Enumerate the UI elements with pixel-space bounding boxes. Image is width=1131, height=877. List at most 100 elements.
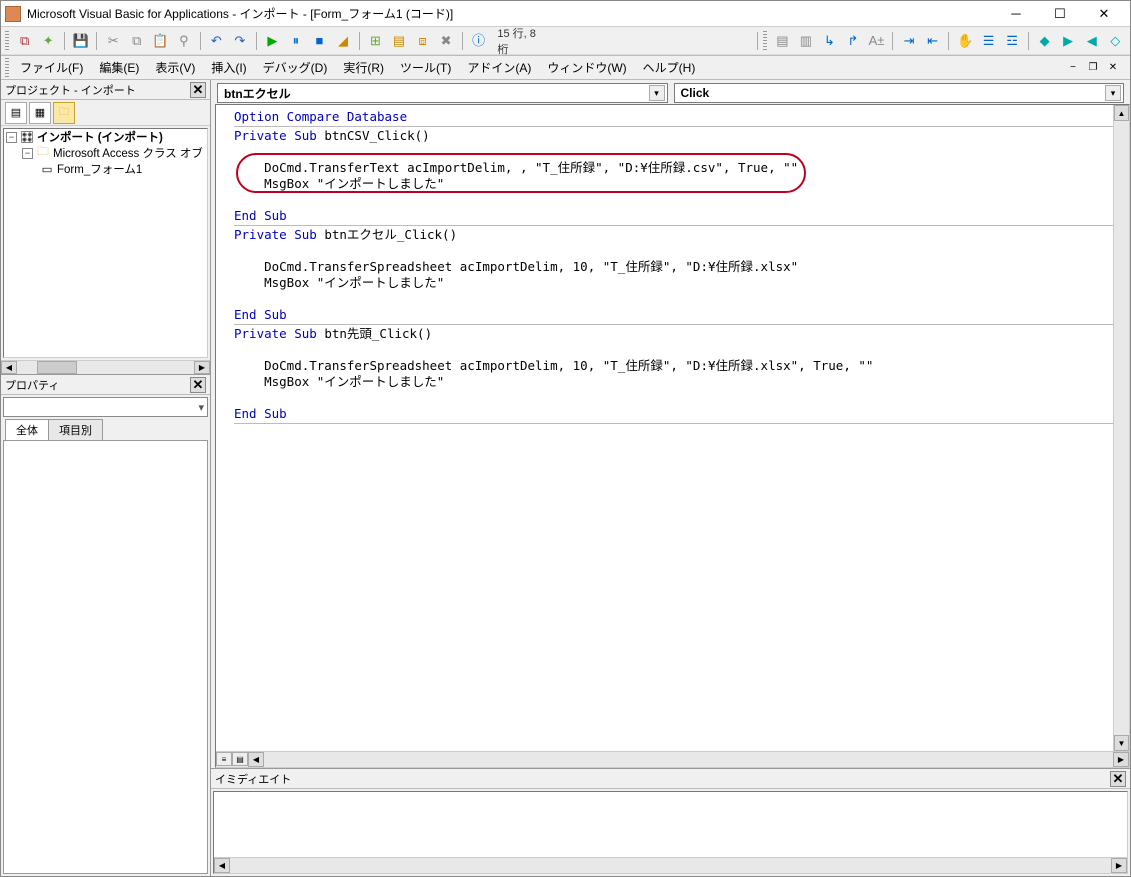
- properties-tabs: 全体 項目別: [1, 419, 210, 440]
- properties-pane: プロパティ ✕ 全体 項目別: [1, 374, 210, 876]
- save-button[interactable]: 💾: [70, 30, 92, 52]
- window-controls: ─ ☐ ✕: [994, 2, 1126, 26]
- copy-button[interactable]: ⧉: [126, 30, 148, 52]
- toggle-folders-button[interactable]: 🗀: [53, 102, 75, 124]
- bookmark-next-button[interactable]: ▶: [1057, 30, 1079, 52]
- cut-button[interactable]: ✂: [102, 30, 124, 52]
- paste-button[interactable]: 📋: [150, 30, 172, 52]
- minimize-button[interactable]: ─: [994, 2, 1038, 26]
- uncomment-block-button[interactable]: ☲: [1001, 30, 1023, 52]
- cursor-position-label: 15 行, 8 桁: [491, 25, 554, 57]
- chevron-down-icon: ▾: [649, 85, 665, 101]
- main-area: プロジェクト - インポート ✕ ▤ ▦ 🗀 − 🎛 インポート (インポート)…: [1, 80, 1130, 876]
- procedure-view-button[interactable]: ≡: [216, 752, 232, 766]
- immediate-pane-close-button[interactable]: ✕: [1110, 771, 1126, 787]
- edit-tb-btn-4[interactable]: ↱: [842, 30, 864, 52]
- tree-class-group[interactable]: − 🗀 Microsoft Access クラス オブ: [4, 145, 207, 161]
- maximize-button[interactable]: ☐: [1038, 2, 1082, 26]
- menu-help[interactable]: ヘルプ(H): [635, 57, 704, 78]
- design-mode-button[interactable]: ◢: [332, 30, 354, 52]
- edit-tb-btn-3[interactable]: ↳: [819, 30, 841, 52]
- folder-icon: 🗀: [36, 146, 50, 160]
- code-vscroll[interactable]: ▲▼: [1113, 105, 1129, 751]
- titlebar-text: Microsoft Visual Basic for Applications …: [27, 5, 994, 22]
- code-hscroll[interactable]: ≡ ▤ ◀▶: [216, 751, 1129, 767]
- menu-edit[interactable]: 編集(E): [91, 57, 147, 78]
- menubar-grip[interactable]: [5, 58, 9, 78]
- project-pane-header: プロジェクト - インポート ✕: [1, 80, 210, 100]
- full-module-view-button[interactable]: ▤: [232, 752, 248, 766]
- menu-debug[interactable]: デバッグ(D): [255, 57, 336, 78]
- immediate-pane-title: イミディエイト: [215, 771, 291, 787]
- menu-window[interactable]: ウィンドウ(W): [539, 57, 634, 78]
- object-combo[interactable]: btnエクセル ▾: [217, 83, 668, 103]
- edit-tb-btn-5[interactable]: A±: [866, 30, 888, 52]
- view-access-button[interactable]: ⧉: [14, 30, 36, 52]
- chevron-down-icon: ▾: [1105, 85, 1121, 101]
- insert-module-button[interactable]: ✦: [37, 30, 59, 52]
- menu-view[interactable]: 表示(V): [147, 57, 203, 78]
- edit-tb-btn-1[interactable]: ▤: [772, 30, 794, 52]
- project-pane-close-button[interactable]: ✕: [190, 82, 206, 98]
- menu-file[interactable]: ファイル(F): [12, 57, 91, 78]
- run-button[interactable]: ▶: [262, 30, 284, 52]
- indent-button[interactable]: ⇥: [898, 30, 920, 52]
- menu-addins[interactable]: アドイン(A): [459, 57, 539, 78]
- find-button[interactable]: ⚲: [173, 30, 195, 52]
- properties-window-button[interactable]: ▤: [388, 30, 410, 52]
- tree-form-item[interactable]: ▭ Form_フォーム1: [4, 161, 207, 177]
- collapse-icon[interactable]: −: [6, 132, 17, 143]
- immediate-hscroll[interactable]: ◀▶: [214, 857, 1127, 873]
- mdi-restore-button[interactable]: ❐: [1084, 60, 1102, 76]
- menu-insert[interactable]: 挿入(I): [203, 57, 254, 78]
- object-browser-button[interactable]: ⧈: [412, 30, 434, 52]
- project-pane-toolbar: ▤ ▦ 🗀: [1, 100, 210, 126]
- properties-pane-title: プロパティ: [5, 377, 59, 393]
- mdi-close-button[interactable]: ✕: [1104, 60, 1122, 76]
- properties-tab-categorized[interactable]: 項目別: [48, 419, 103, 440]
- project-pane-title: プロジェクト - インポート: [5, 82, 136, 98]
- bookmark-toggle-button[interactable]: ◆: [1034, 30, 1056, 52]
- mdi-minimize-button[interactable]: −: [1064, 60, 1082, 76]
- mdi-controls: − ❐ ✕: [1064, 60, 1126, 76]
- properties-pane-close-button[interactable]: ✕: [190, 377, 206, 393]
- menu-tools[interactable]: ツール(T): [392, 57, 459, 78]
- edit-tb-btn-2[interactable]: ▥: [795, 30, 817, 52]
- bookmark-clear-button[interactable]: ◇: [1104, 30, 1126, 52]
- view-code-button[interactable]: ▤: [5, 102, 27, 124]
- titlebar: Microsoft Visual Basic for Applications …: [1, 1, 1130, 27]
- code-editor[interactable]: Option Compare Database Private Sub btnC…: [215, 104, 1130, 768]
- view-object-button[interactable]: ▦: [29, 102, 51, 124]
- redo-button[interactable]: ↷: [229, 30, 251, 52]
- bookmark-prev-button[interactable]: ◀: [1081, 30, 1103, 52]
- properties-object-combo[interactable]: [3, 397, 208, 417]
- properties-tab-all[interactable]: 全体: [5, 419, 49, 440]
- help-button[interactable]: ⓘ: [468, 30, 490, 52]
- outdent-button[interactable]: ⇤: [922, 30, 944, 52]
- breakpoint-button[interactable]: ✋: [954, 30, 976, 52]
- collapse-icon[interactable]: −: [22, 148, 33, 159]
- project-tree-hscroll[interactable]: ◀▶: [1, 360, 210, 374]
- immediate-pane-header: イミディエイト ✕: [211, 769, 1130, 789]
- properties-grid[interactable]: [3, 440, 208, 874]
- code-body[interactable]: Option Compare Database Private Sub btnC…: [216, 105, 1129, 767]
- toolbox-button[interactable]: ✖: [435, 30, 457, 52]
- form-icon: ▭: [40, 162, 54, 176]
- close-button[interactable]: ✕: [1082, 2, 1126, 26]
- project-tree[interactable]: − 🎛 インポート (インポート) − 🗀 Microsoft Access ク…: [3, 128, 208, 358]
- undo-button[interactable]: ↶: [206, 30, 228, 52]
- left-panel: プロジェクト - インポート ✕ ▤ ▦ 🗀 − 🎛 インポート (インポート)…: [1, 80, 211, 876]
- tree-project-root[interactable]: − 🎛 インポート (インポート): [4, 129, 207, 145]
- toolbar-grip[interactable]: [5, 31, 9, 51]
- project-explorer-button[interactable]: ⊞: [365, 30, 387, 52]
- immediate-pane: イミディエイト ✕ ◀▶: [211, 768, 1130, 876]
- properties-pane-header: プロパティ ✕: [1, 375, 210, 395]
- immediate-body[interactable]: ◀▶: [213, 791, 1128, 874]
- right-panel: btnエクセル ▾ Click ▾ Option Compare Databas…: [211, 80, 1130, 876]
- toolbar-grip-2[interactable]: [763, 31, 767, 51]
- break-button[interactable]: ⏸: [285, 30, 307, 52]
- comment-block-button[interactable]: ☰: [978, 30, 1000, 52]
- reset-button[interactable]: ■: [309, 30, 331, 52]
- procedure-combo[interactable]: Click ▾: [674, 83, 1125, 103]
- menu-run[interactable]: 実行(R): [335, 57, 392, 78]
